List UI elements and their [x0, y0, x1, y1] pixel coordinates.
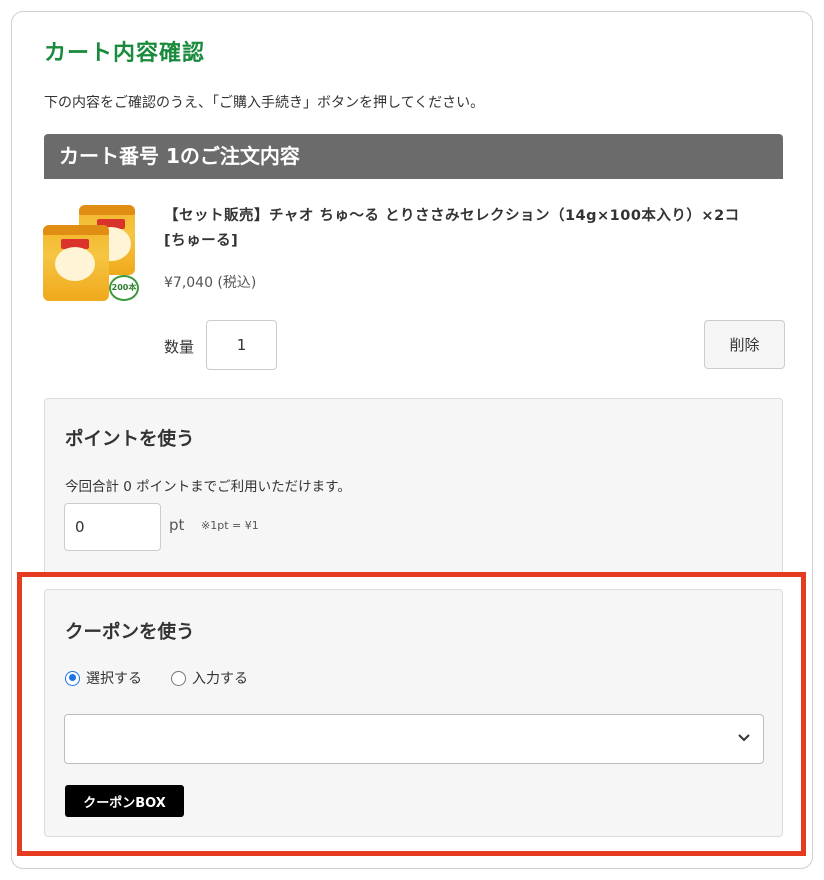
product-image[interactable]: 200本	[41, 203, 141, 303]
quantity-input[interactable]	[206, 320, 277, 370]
product-count-badge: 200本	[109, 275, 139, 301]
points-rate-note: ※1pt = ¥1	[201, 519, 259, 532]
product-name-link[interactable]: 【セット販売】チャオ ちゅ〜る とりささみセレクション（14g×100本入り）×…	[164, 204, 789, 256]
product-price: ¥7,040 (税込)	[164, 275, 257, 291]
coupon-select[interactable]	[64, 714, 764, 764]
radio-unchecked-icon[interactable]	[171, 670, 186, 686]
coupon-box-button[interactable]: クーポンBOX	[65, 785, 184, 817]
radio-checked-icon[interactable]	[65, 670, 80, 686]
quantity-label: 数量	[164, 338, 195, 356]
coupon-radio-select-label: 選択する	[86, 671, 142, 687]
coupon-title: クーポンを使う	[65, 622, 195, 643]
chevron-down-icon[interactable]	[737, 731, 751, 745]
points-section: ポイントを使う 今回合計 0 ポイントまでご利用いただけます。 pt ※1pt …	[44, 398, 783, 572]
product-tub-front	[43, 225, 109, 301]
points-unit: pt	[169, 516, 185, 534]
page-intro: 下の内容をご確認のうえ、「ご購入手続き」ボタンを押してください。	[44, 95, 485, 111]
points-title: ポイントを使う	[65, 429, 195, 450]
coupon-radio-select[interactable]: 選択する	[65, 668, 142, 688]
delete-button[interactable]: 削除	[704, 320, 785, 369]
points-input[interactable]	[64, 503, 161, 551]
coupon-radio-input-label: 入力する	[192, 671, 248, 687]
points-note: 今回合計 0 ポイントまでご利用いただけます。	[65, 479, 351, 495]
coupon-radio-input[interactable]: 入力する	[171, 668, 248, 688]
coupon-section: クーポンを使う 選択する 入力する クーポンBOX	[44, 589, 783, 837]
cart-header: カート番号 1のご注文内容	[44, 134, 783, 179]
page-title: カート内容確認	[44, 41, 206, 66]
